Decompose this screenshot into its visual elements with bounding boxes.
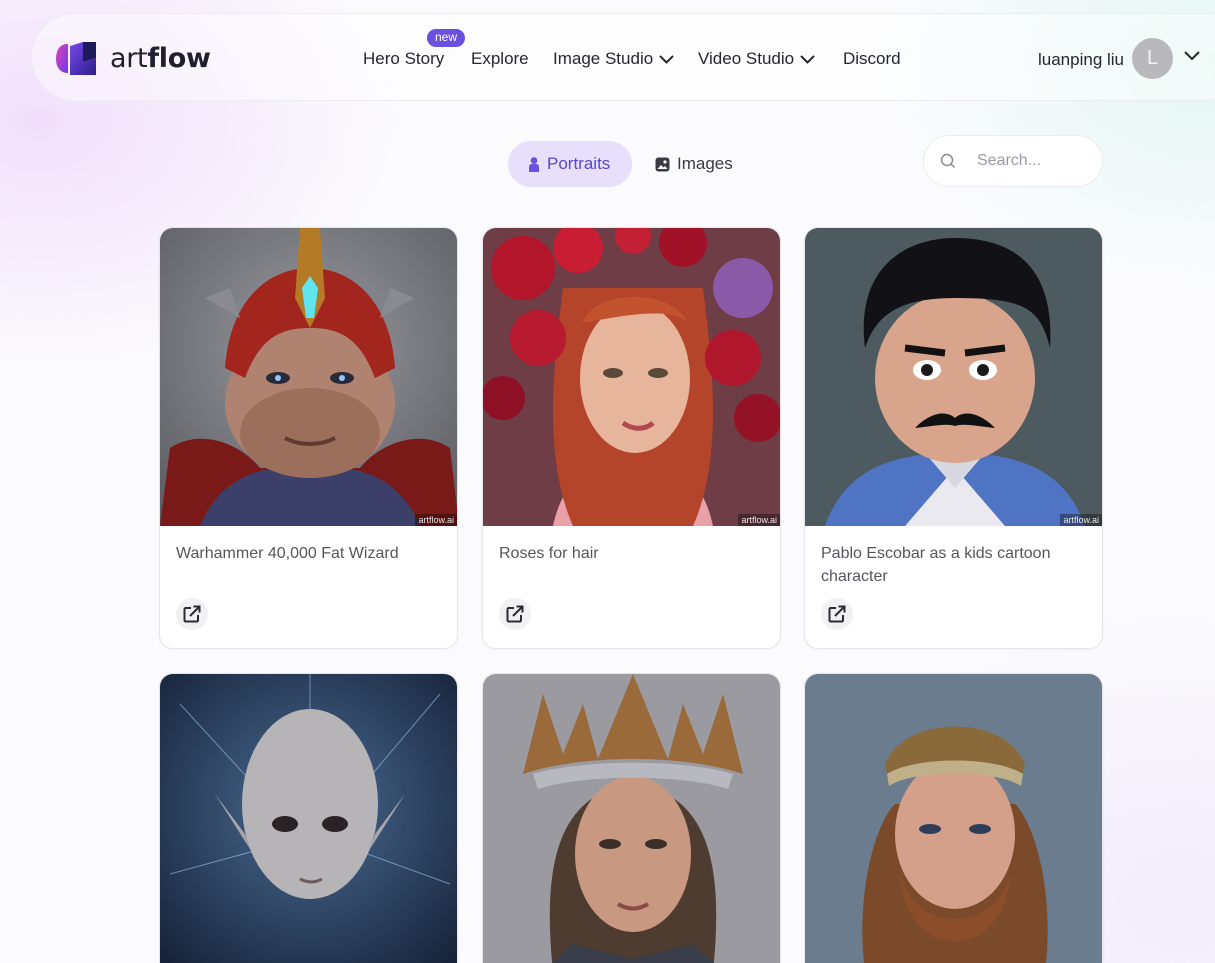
portrait-card[interactable]: artflow.ai Roses for hair: [482, 227, 781, 649]
card-title: Warhammer 40,000 Fat Wizard: [176, 545, 399, 562]
top-navbar: artflow new Hero Story Explore Image Stu…: [31, 13, 1215, 101]
portrait-card[interactable]: [804, 673, 1103, 963]
nav-hero-story-label: Hero Story: [363, 49, 445, 68]
nav-image-studio[interactable]: Image Studio: [553, 49, 674, 69]
nav-explore[interactable]: Explore: [471, 49, 529, 69]
card-title: Pablo Escobar as a kids cartoon characte…: [821, 545, 1051, 585]
nav-hero-story[interactable]: Hero Story: [363, 49, 444, 69]
nav-discord-label: Discord: [843, 49, 901, 68]
portrait-image[interactable]: artflow.ai: [483, 228, 780, 526]
tab-portraits[interactable]: Portraits: [508, 141, 632, 187]
share-icon: [506, 605, 524, 623]
search-input[interactable]: [975, 151, 1094, 171]
image-icon: [655, 157, 670, 172]
brand-name: artflow: [110, 43, 211, 74]
person-icon: [528, 156, 540, 172]
brand-logo[interactable]: artflow: [56, 42, 211, 75]
nav-video-studio[interactable]: Video Studio: [698, 49, 815, 69]
chevron-down-icon: [659, 54, 674, 64]
portrait-image[interactable]: artflow.ai: [805, 228, 1102, 526]
card-title: Roses for hair: [499, 545, 599, 562]
avatar[interactable]: L: [1132, 38, 1173, 79]
share-icon: [828, 605, 846, 623]
portrait-card[interactable]: artflow.ai Pablo Escobar as a kids carto…: [804, 227, 1103, 649]
portrait-image[interactable]: [805, 674, 1102, 963]
share-button[interactable]: [176, 598, 208, 630]
portrait-card[interactable]: artflow.ai Warhammer 40,000 Fat Wizard: [159, 227, 458, 649]
tab-images[interactable]: Images: [645, 141, 755, 187]
portrait-image[interactable]: artflow.ai: [160, 228, 457, 526]
nav-video-studio-label: Video Studio: [698, 49, 795, 68]
share-icon: [183, 605, 201, 623]
portrait-image[interactable]: [483, 674, 780, 963]
tab-portraits-label: Portraits: [547, 154, 611, 173]
search-icon: [940, 153, 956, 169]
user-name[interactable]: luanping liu: [1038, 50, 1124, 70]
new-badge: new: [427, 29, 466, 47]
image-watermark: artflow.ai: [1060, 514, 1102, 526]
chevron-down-icon[interactable]: [1184, 51, 1200, 61]
portrait-image[interactable]: [160, 674, 457, 963]
nav-discord[interactable]: Discord: [843, 49, 901, 69]
share-button[interactable]: [499, 598, 531, 630]
image-watermark: artflow.ai: [415, 514, 457, 526]
search-box[interactable]: [923, 135, 1103, 187]
portrait-card[interactable]: [159, 673, 458, 963]
tab-images-label: Images: [677, 154, 733, 173]
chevron-down-icon: [800, 54, 815, 64]
portrait-card[interactable]: [482, 673, 781, 963]
nav-explore-label: Explore: [471, 49, 529, 68]
share-button[interactable]: [821, 598, 853, 630]
artflow-logo-icon: [56, 42, 96, 75]
image-watermark: artflow.ai: [738, 514, 780, 526]
nav-image-studio-label: Image Studio: [553, 49, 654, 68]
